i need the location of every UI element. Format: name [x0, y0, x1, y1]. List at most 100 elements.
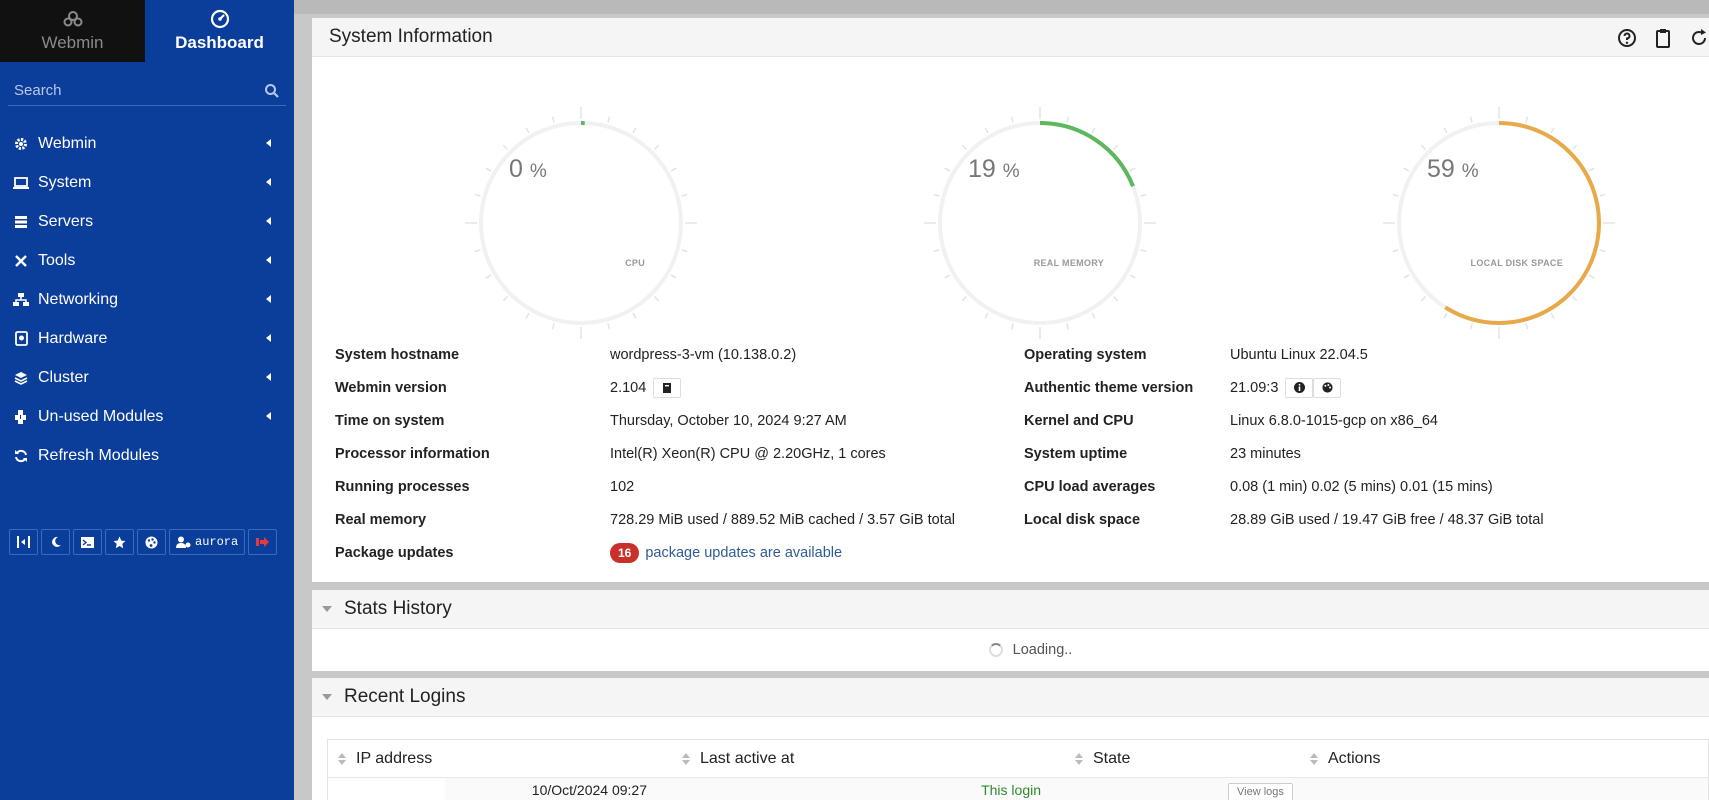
sidebar-item-system[interactable]: System — [0, 163, 294, 202]
favorites-button[interactable] — [105, 529, 134, 555]
gauge-label: CPU — [625, 258, 645, 268]
gauge-tick — [1403, 167, 1410, 172]
memory-gauge: 19 % REAL MEMORY — [920, 103, 1160, 343]
uptime-link[interactable]: 23 minutes — [1230, 446, 1301, 462]
theme-version-value: 21.09:3 — [1230, 379, 1279, 396]
gauge-tick — [1392, 249, 1399, 253]
terminal-button[interactable] — [73, 529, 102, 555]
sidebar-item-refresh-modules[interactable]: Refresh Modules — [0, 436, 294, 475]
panel-header[interactable]: Recent Logins — [312, 678, 1709, 717]
gauge-tick — [944, 167, 951, 172]
tab-dashboard[interactable]: Dashboard — [145, 0, 294, 62]
theme-button[interactable] — [137, 529, 166, 555]
gauge-tick — [525, 127, 530, 134]
gauge-track — [479, 121, 683, 325]
theme-settings-button[interactable] — [1313, 377, 1342, 398]
tab-webmin[interactable]: Webmin — [0, 0, 145, 62]
sidebar-item-unused-modules[interactable]: Un-used Modules — [0, 397, 294, 436]
info-value: Linux 6.8.0-1015-gcp on x86_64 — [1230, 412, 1438, 429]
hostname-link[interactable]: wordpress-3-vm (10.138.0.2) — [610, 347, 796, 363]
time-link[interactable]: Thursday, October 10, 2024 9:27 AM — [610, 413, 847, 429]
gauge-tick — [1572, 144, 1578, 150]
layers-icon — [13, 370, 29, 386]
gauge-tick — [1599, 193, 1606, 197]
palette-icon — [145, 536, 158, 548]
panel-title: System Information — [329, 26, 493, 47]
logout-icon — [256, 537, 270, 547]
sidebar-item-networking[interactable]: Networking — [0, 280, 294, 319]
night-mode-button[interactable] — [41, 529, 70, 555]
info-row-memory: Real memory 728.29 MiB used / 889.52 MiB … — [335, 503, 955, 536]
system-information-panel: System Information 0 % CPU 19 % REAL MEM… — [312, 18, 1709, 582]
gauge-tick — [670, 274, 677, 279]
sort-icon — [1075, 752, 1083, 765]
sidebar-menu: Webmin System Servers Tools Networking H… — [0, 124, 294, 475]
sidebar-item-label: Un-used Modules — [38, 407, 164, 425]
sidebar-toolbar: aurora — [9, 529, 278, 555]
sidebar-item-webmin[interactable]: Webmin — [0, 124, 294, 163]
caret-left-icon — [266, 256, 271, 264]
clipboard-icon[interactable] — [1653, 28, 1673, 48]
info-row-os: Operating system Ubuntu Linux 22.04.5 — [1024, 338, 1544, 371]
processes-link[interactable]: 102 — [610, 479, 634, 495]
top-bar — [294, 0, 1709, 14]
sidebar-item-label: Servers — [38, 212, 94, 230]
package-updates-link[interactable]: package updates are available — [645, 545, 842, 561]
info-value: 0.08 (1 min) 0.02 (5 mins) 0.01 (15 mins… — [1230, 478, 1493, 495]
column-state[interactable]: State — [1065, 750, 1300, 768]
search-input[interactable] — [8, 82, 264, 99]
logins-table: IP address Last active at State Actions … — [327, 739, 1709, 800]
logout-button[interactable] — [248, 529, 278, 555]
panel-title: Stats History — [344, 598, 452, 619]
info-row-processor: Processor information Intel(R) Xeon(R) CP… — [335, 437, 955, 470]
gauge-tick — [1420, 296, 1426, 302]
help-icon[interactable] — [1617, 28, 1637, 48]
column-label: IP address — [356, 749, 433, 767]
gauge-tick — [1140, 193, 1147, 197]
theme-info-button[interactable] — [1285, 377, 1314, 398]
info-value: 16 package updates are available — [610, 542, 842, 563]
view-logs-button[interactable]: View logs — [1228, 783, 1293, 800]
toggle-sidebar-button[interactable] — [9, 529, 38, 555]
gauge-tick — [1525, 323, 1529, 330]
column-ip-address[interactable]: IP address — [328, 750, 672, 768]
gauge-tick — [1113, 296, 1119, 302]
info-row-webmin-version: Webmin version 2.104 — [335, 371, 955, 404]
gauge-tick — [1443, 312, 1448, 319]
reload-icon[interactable] — [1689, 28, 1709, 48]
gauge-tick — [961, 144, 967, 150]
column-last-active[interactable]: Last active at — [672, 750, 1065, 768]
sidebar-item-cluster[interactable]: Cluster — [0, 358, 294, 397]
sidebar-item-hardware[interactable]: Hardware — [0, 319, 294, 358]
gauge-tick — [632, 312, 637, 319]
search-icon[interactable] — [264, 83, 280, 99]
gauge-tick — [1392, 193, 1399, 197]
gauge-tick — [984, 127, 989, 134]
column-label: Last active at — [700, 749, 795, 767]
panel-header[interactable]: Stats History — [312, 590, 1709, 629]
gauge-percentage: 59 % — [1427, 155, 1479, 184]
spinner-icon — [988, 642, 1003, 657]
sidebar-item-tools[interactable]: Tools — [0, 241, 294, 280]
sidebar-item-label: Webmin — [38, 134, 97, 152]
sidebar-item-label: Refresh Modules — [38, 446, 159, 464]
gauge-unit: % — [1461, 161, 1479, 182]
gauge-tick — [551, 116, 555, 123]
gauge-tick — [654, 296, 660, 302]
caret-left-icon — [266, 373, 271, 381]
gauge-unit: % — [529, 161, 547, 182]
cpu-gauge: 0 % CPU — [461, 103, 701, 343]
terminal-icon — [81, 536, 94, 548]
sidebar-search — [8, 76, 286, 106]
caret-left-icon — [266, 412, 271, 420]
book-icon — [663, 382, 672, 393]
gauge-tick — [1091, 127, 1096, 134]
changelog-button[interactable] — [653, 377, 682, 398]
column-actions[interactable]: Actions — [1300, 750, 1380, 768]
info-key: Real memory — [335, 511, 427, 528]
sidebar-item-servers[interactable]: Servers — [0, 202, 294, 241]
user-button[interactable]: aurora — [169, 529, 246, 555]
collapse-caret-icon — [322, 694, 332, 700]
recent-logins-panel: Recent Logins IP address Last active at … — [312, 678, 1709, 800]
gauge-tick — [1420, 144, 1426, 150]
